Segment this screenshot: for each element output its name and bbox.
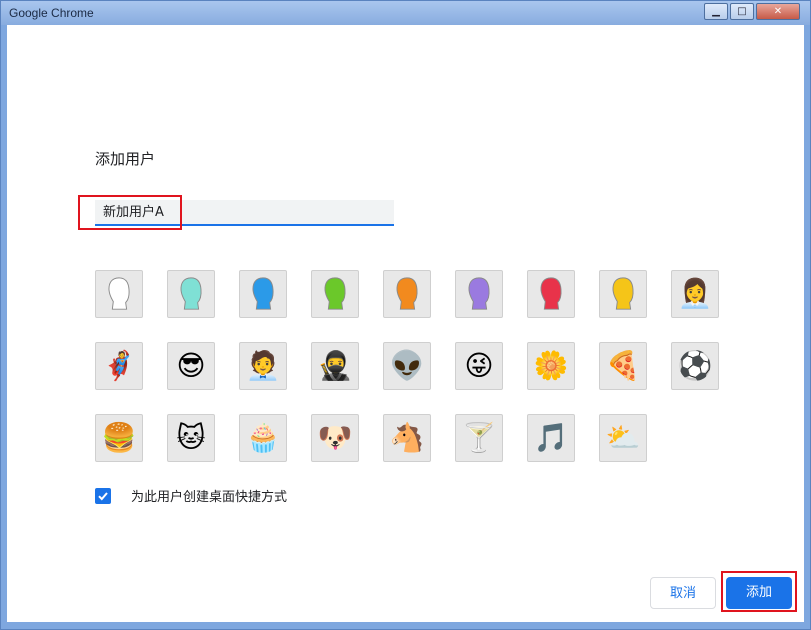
person-silhouette-icon [180, 277, 202, 310]
person-silhouette-icon [540, 277, 562, 310]
person-silhouette-icon [108, 277, 130, 310]
margarita-icon: 🍸 [461, 421, 497, 454]
avatar-awesome-face[interactable]: 😜 [455, 342, 503, 390]
avatar-superhero[interactable]: 🦸 [95, 342, 143, 390]
sun-and-cloud-icon: ⛅ [605, 421, 641, 454]
chrome-window: Google Chrome ▁ □ ✕ 添加用户 新加用户A 👩‍💼 🦸 😎 🧑‍💼 🥷… [0, 0, 811, 630]
dog-icon: 🐶 [317, 421, 353, 454]
avatar-sun-and-cloud[interactable]: ⛅ [599, 414, 647, 462]
name-input-highlight [78, 195, 182, 230]
close-button[interactable]: ✕ [756, 3, 800, 20]
avatar-generic-blue[interactable] [239, 270, 287, 318]
avatar-dog[interactable]: 🐶 [311, 414, 359, 462]
person-silhouette-icon [396, 277, 418, 310]
avatar-pizza[interactable]: 🍕 [599, 342, 647, 390]
person-silhouette-icon [252, 277, 274, 310]
avatar-generic-red[interactable] [527, 270, 575, 318]
avatar-soccer-ball[interactable]: ⚽ [671, 342, 719, 390]
add-user-dialog: 添加用户 新加用户A 👩‍💼 🦸 😎 🧑‍💼 🥷 👽 😜 🌼 🍕 ⚽ 🍔 🐱 🧁 🐶 🐴 🍸 🎵 ⛅ 为此用户创建… [7, 25, 804, 622]
dialog-heading: 添加用户 [95, 150, 156, 168]
avatar-ninja[interactable]: 🥷 [311, 342, 359, 390]
avatar-generic-yellow[interactable] [599, 270, 647, 318]
avatar-generic-aqua[interactable] [167, 270, 215, 318]
avatar-music-note[interactable]: 🎵 [527, 414, 575, 462]
avatar-cupcake[interactable]: 🧁 [239, 414, 287, 462]
person-silhouette-icon [324, 277, 346, 310]
cancel-button[interactable]: 取消 [650, 577, 716, 609]
burger-icon: 🍔 [101, 421, 137, 454]
avatar-flower[interactable]: 🌼 [527, 342, 575, 390]
avatar-alien[interactable]: 👽 [383, 342, 431, 390]
alien-icon: 👽 [389, 349, 425, 382]
soccer-ball-icon: ⚽ [677, 349, 713, 382]
window-controls: ▁ □ ✕ [702, 3, 800, 20]
music-note-icon: 🎵 [533, 421, 569, 454]
person-silhouette-icon [612, 277, 634, 310]
businesswoman-icon: 👩‍💼 [677, 277, 713, 310]
pizza-icon: 🍕 [605, 349, 641, 382]
avatar-grid: 👩‍💼 🦸 😎 🧑‍💼 🥷 👽 😜 🌼 🍕 ⚽ 🍔 🐱 🧁 🐶 🐴 🍸 🎵 ⛅ [95, 270, 719, 462]
avatar-cat[interactable]: 🐱 [167, 414, 215, 462]
add-button-highlight [721, 571, 797, 612]
woman-sunglasses-icon: 😎 [176, 349, 206, 382]
title-bar[interactable]: Google Chrome ▁ □ ✕ [1, 1, 810, 25]
avatar-generic-white[interactable] [95, 270, 143, 318]
avatar-generic-orange[interactable] [383, 270, 431, 318]
awesome-face-icon: 😜 [464, 349, 494, 382]
avatar-margarita[interactable]: 🍸 [455, 414, 503, 462]
person-silhouette-icon [468, 277, 490, 310]
window-title: Google Chrome [9, 6, 94, 20]
desktop-shortcut-checkbox[interactable] [95, 487, 111, 504]
cat-icon: 🐱 [176, 421, 206, 454]
avatar-businesswoman[interactable]: 👩‍💼 [671, 270, 719, 318]
desktop-shortcut-option[interactable]: 为此用户创建桌面快捷方式 [95, 486, 287, 505]
horse-icon: 🐴 [389, 421, 425, 454]
cupcake-icon: 🧁 [245, 421, 281, 454]
flower-icon: 🌼 [533, 349, 569, 382]
businessman-icon: 🧑‍💼 [245, 349, 281, 382]
avatar-businessman[interactable]: 🧑‍💼 [239, 342, 287, 390]
maximize-button[interactable]: □ [730, 3, 754, 20]
ninja-icon: 🥷 [317, 349, 353, 382]
avatar-woman-sunglasses[interactable]: 😎 [167, 342, 215, 390]
avatar-horse[interactable]: 🐴 [383, 414, 431, 462]
minimize-button[interactable]: ▁ [704, 3, 728, 20]
checkmark-icon [98, 491, 108, 500]
superhero-icon: 🦸 [101, 349, 137, 382]
avatar-burger[interactable]: 🍔 [95, 414, 143, 462]
avatar-generic-purple[interactable] [455, 270, 503, 318]
desktop-shortcut-label: 为此用户创建桌面快捷方式 [131, 490, 288, 505]
avatar-generic-green[interactable] [311, 270, 359, 318]
